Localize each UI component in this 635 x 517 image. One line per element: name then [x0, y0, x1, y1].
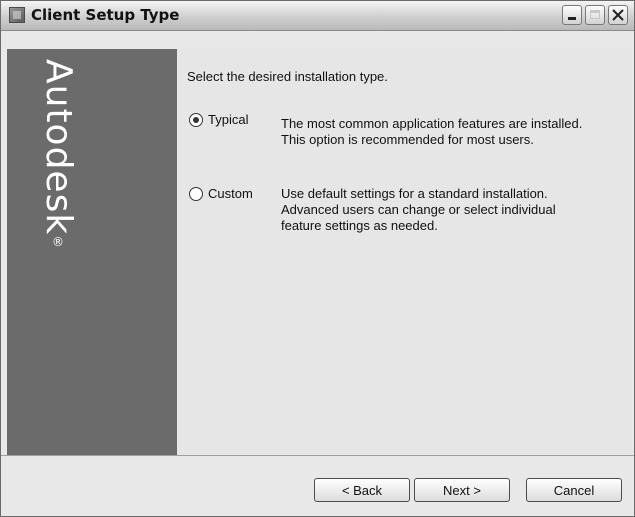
description-line: Use default settings for a standard inst…	[281, 186, 548, 201]
typical-radio[interactable]	[189, 113, 203, 127]
description-line: The most common application features are…	[281, 116, 583, 131]
typical-label[interactable]: Typical	[208, 112, 248, 127]
setup-dialog: Client Setup Type Autodesk® Select the d…	[0, 0, 635, 517]
registered-mark: ®	[51, 235, 65, 251]
close-icon[interactable]	[608, 5, 628, 25]
close-x-glyph	[612, 9, 624, 21]
description-line: This option is recommended for most user…	[281, 132, 534, 147]
custom-label[interactable]: Custom	[208, 186, 253, 201]
window-title: Client Setup Type	[31, 6, 180, 24]
custom-description: Use default settings for a standard inst…	[281, 186, 621, 234]
custom-radio[interactable]	[189, 187, 203, 201]
back-button[interactable]: < Back	[314, 478, 410, 502]
button-bar: < Back Next > Cancel	[1, 457, 634, 516]
autodesk-logo: Autodesk®	[29, 59, 79, 299]
brand-sidebar: Autodesk®	[7, 49, 177, 455]
install-type-panel: Select the desired installation type. Ty…	[177, 49, 632, 455]
description-line: Advanced users can change or select indi…	[281, 202, 556, 217]
cancel-button[interactable]: Cancel	[526, 478, 622, 502]
title-bar[interactable]: Client Setup Type	[1, 1, 634, 31]
brand-name: Autodesk	[38, 59, 79, 236]
typical-description: The most common application features are…	[281, 116, 621, 148]
setup-icon	[9, 7, 25, 23]
minimize-icon[interactable]	[562, 5, 582, 25]
page-prompt: Select the desired installation type.	[187, 69, 388, 84]
description-line: feature settings as needed.	[281, 218, 438, 233]
next-button[interactable]: Next >	[414, 478, 510, 502]
maximize-icon[interactable]	[585, 5, 605, 25]
